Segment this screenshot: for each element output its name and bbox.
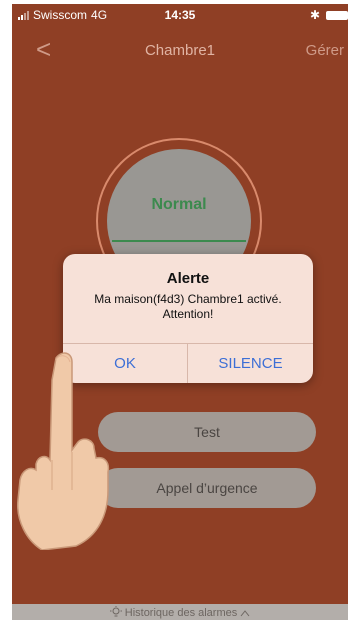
alert-message: Ma maison(f4d3) Chambre1 activé. Attenti… (94, 292, 282, 321)
alert-overlay: Alerte Ma maison(f4d3) Chambre1 activé. … (0, 0, 352, 627)
silence-button[interactable]: SILENCE (188, 344, 313, 383)
pointing-hand-image (17, 352, 110, 550)
alert-title: Alerte (166, 270, 210, 287)
